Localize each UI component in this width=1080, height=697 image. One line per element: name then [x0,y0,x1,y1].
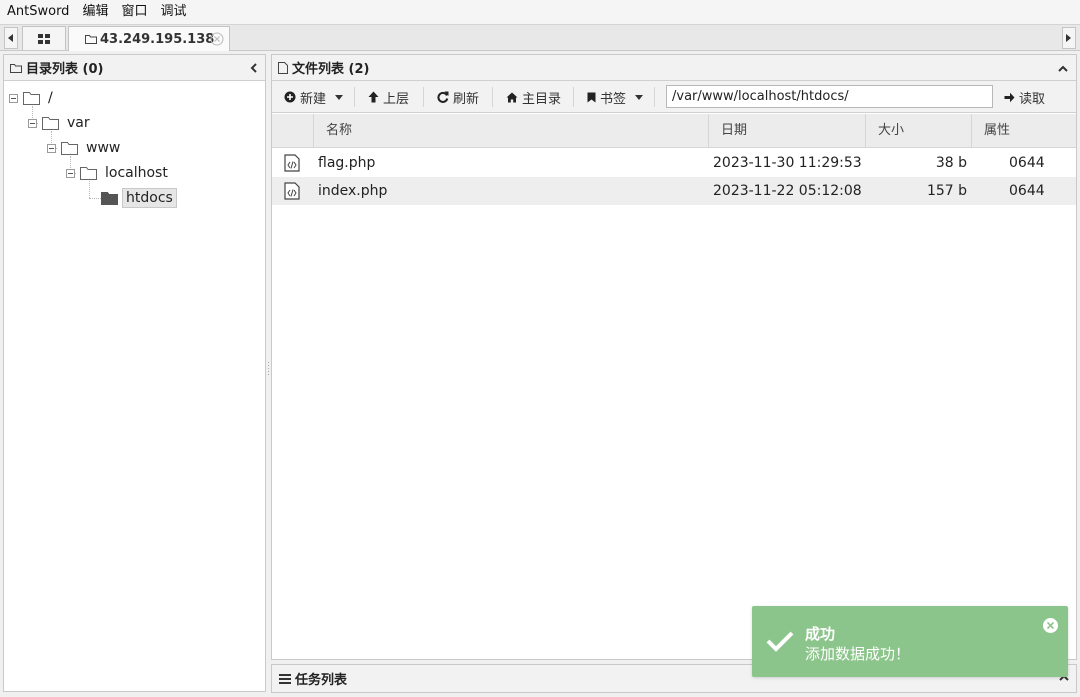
collapse-toggle-icon[interactable] [9,93,18,103]
success-toast: 成功 添加数据成功！ [752,606,1068,677]
caret-down-icon [635,94,644,100]
bookmark-icon [587,92,596,102]
toast-message: 添加数据成功！ [805,645,911,663]
close-icon [1047,622,1054,629]
folder-icon [10,63,22,73]
file-perm-cell: 0644 [1009,155,1045,171]
menu-antsword[interactable]: AntSword [0,0,75,24]
folder-icon [80,166,97,180]
up-level-button[interactable]: 上层 [368,85,409,109]
collapse-toggle-icon[interactable] [66,168,75,178]
new-button-label: 新建 [300,91,327,107]
new-button[interactable]: 新建 [284,85,344,109]
caret-right-icon [1066,34,1071,42]
home-dir-button[interactable]: 主目录 [506,85,561,109]
refresh-button[interactable]: 刷新 [437,85,479,109]
collapse-toggle-icon[interactable] [28,118,37,128]
bookmark-button-label: 书签 [600,91,627,107]
php-file-icon [284,154,300,172]
file-grid-header: 名称 日期 大小 属性 [272,114,1076,148]
tree-label-htdocs: htdocs [122,188,177,208]
toast-close-button[interactable] [1043,618,1058,633]
menu-debug[interactable]: 调试 [153,0,192,24]
column-date-header[interactable]: 日期 [709,114,866,148]
file-date-cell: 2023-11-30 11:29:53 [713,155,862,171]
column-size-header[interactable]: 大小 [866,114,972,148]
table-row[interactable]: index.php 2023-11-22 05:12:08 157 b 0644 [272,177,1076,205]
toast-title: 成功 [805,625,836,643]
file-name-cell: flag.php [318,155,376,171]
read-button-label: 读取 [1019,91,1046,107]
column-icon-header [272,114,314,148]
home-dir-button-label: 主目录 [522,91,562,107]
path-input[interactable] [666,85,993,108]
file-toolbar: 新建 上层 刷新 主目录 书签 /var/www/localhost/htdoc… [272,81,1076,113]
file-perm-cell: 0644 [1009,183,1045,199]
file-size-cell: 38 b [935,155,967,171]
tree-node-www[interactable]: www [47,137,120,159]
caret-left-icon [8,34,13,42]
table-row[interactable]: flag.php 2023-11-30 11:29:53 38 b 0644 [272,149,1076,177]
directory-panel: 目录列表 (0) / var www localhost htdocs [3,54,266,692]
folder-icon [42,116,59,130]
directory-panel-title: 目录列表 (0) [26,62,104,77]
tree-label-root: / [48,90,53,106]
tree-node-localhost[interactable]: localhost [66,162,168,184]
arrow-right-icon [1004,92,1015,102]
menu-window[interactable]: 窗口 [114,0,153,24]
up-level-button-label: 上层 [383,91,410,107]
file-name-cell: index.php [318,183,388,199]
plus-circle-icon [284,91,296,103]
refresh-icon [437,91,449,103]
php-file-icon [284,182,300,200]
grid-icon [38,33,50,44]
tab-host-label: 43.249.195.138 [100,31,215,47]
menu-edit[interactable]: 编辑 [75,0,114,24]
column-name-header[interactable]: 名称 [314,114,709,148]
bookmark-button[interactable]: 书签 [587,85,644,109]
tree-label-localhost: localhost [105,165,168,181]
read-button[interactable]: 读取 [1004,85,1045,109]
tab-home[interactable] [22,26,66,50]
task-panel-title: 任务列表 [295,673,348,688]
panel-splitter-handle[interactable] [267,360,270,384]
folder-icon [61,141,78,155]
tree-label-www: www [86,140,121,156]
file-panel-header: 文件列表 (2) [272,55,1076,81]
task-list-icon [279,673,291,684]
checkmark-icon [766,631,794,652]
tab-scroll-left-button[interactable] [4,27,18,49]
tree-node-htdocs[interactable]: htdocs [101,187,177,209]
close-tab-icon[interactable] [210,32,224,46]
caret-down-icon [335,94,344,100]
column-perm-header[interactable]: 属性 [972,114,1076,148]
file-panel: 文件列表 (2) 新建 上层 刷新 主目录 书签 /var/www/localh… [271,54,1077,660]
chevron-up-icon[interactable] [1058,65,1068,72]
tab-host[interactable]: 43.249.195.138 [68,26,230,51]
directory-panel-header: 目录列表 (0) [4,55,265,81]
collapse-toggle-icon[interactable] [47,143,56,153]
folder-icon [85,35,97,44]
arrow-up-icon [368,91,379,103]
home-icon [506,92,518,102]
file-size-cell: 157 b [926,183,967,199]
tree-node-var[interactable]: var [28,112,90,134]
file-date-cell: 2023-11-22 05:12:08 [713,183,862,199]
folder-filled-icon [101,191,118,205]
refresh-button-label: 刷新 [453,91,480,107]
file-panel-title: 文件列表 (2) [292,62,370,77]
file-icon [278,61,288,74]
tree-node-root[interactable]: / [9,87,53,109]
tab-scroll-right-button[interactable] [1062,27,1076,49]
chevron-left-icon[interactable] [250,63,257,73]
menubar: AntSword 编辑 窗口 调试 [0,0,1080,24]
tab-bar: 43.249.195.138 [0,24,1080,51]
folder-icon [23,91,40,105]
tree-label-var: var [67,115,90,131]
